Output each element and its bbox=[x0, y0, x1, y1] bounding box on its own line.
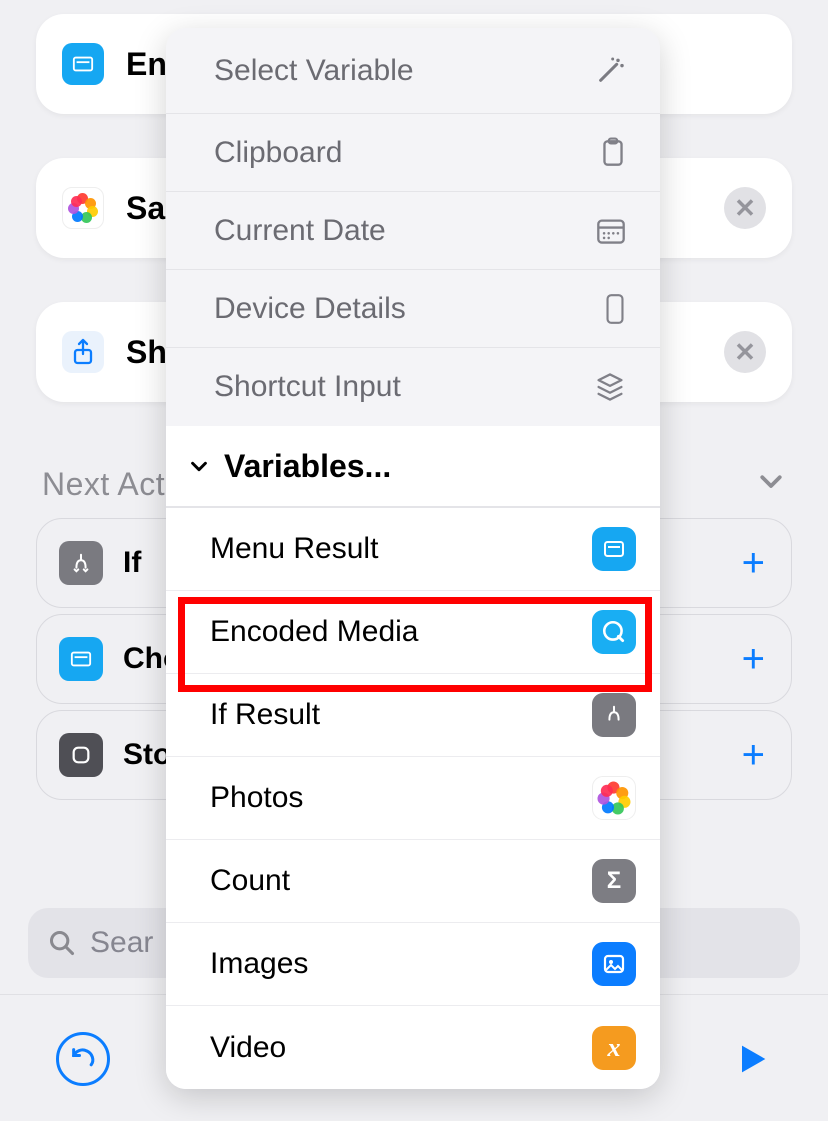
shortcut-input-row[interactable]: Shortcut Input bbox=[166, 348, 660, 426]
next-action-label: Next Act bbox=[42, 466, 165, 503]
variable-label: Encoded Media bbox=[210, 615, 418, 649]
undo-button[interactable] bbox=[56, 1032, 110, 1086]
variable-label: Menu Result bbox=[210, 532, 378, 566]
row-label: Clipboard bbox=[214, 136, 342, 170]
variable-label: Images bbox=[210, 947, 308, 981]
variable-video[interactable]: Video x bbox=[166, 1006, 660, 1089]
menu-result-icon bbox=[592, 527, 636, 571]
image-icon bbox=[592, 942, 636, 986]
variable-label: Photos bbox=[210, 781, 303, 815]
variable-label: If Result bbox=[210, 698, 320, 732]
photos-icon bbox=[62, 187, 104, 229]
variable-label: Count bbox=[210, 864, 290, 898]
suggestion-label: If bbox=[123, 546, 141, 580]
clipboard-row[interactable]: Clipboard bbox=[166, 114, 660, 192]
row-label: Device Details bbox=[214, 292, 406, 326]
current-date-row[interactable]: Current Date bbox=[166, 192, 660, 270]
row-label: Select Variable bbox=[214, 54, 414, 88]
variable-label: Video bbox=[210, 1031, 286, 1065]
variable-count[interactable]: Count Σ bbox=[166, 840, 660, 923]
magic-wand-icon bbox=[594, 55, 626, 87]
select-variable-row[interactable]: Select Variable bbox=[166, 28, 660, 114]
encode-icon bbox=[62, 43, 104, 85]
add-suggestion-button[interactable]: + bbox=[742, 541, 765, 586]
menu-icon bbox=[59, 637, 103, 681]
suggestion-label: Sto bbox=[123, 738, 171, 772]
calendar-icon bbox=[596, 217, 626, 245]
clipboard-icon bbox=[600, 137, 626, 169]
layers-icon bbox=[594, 372, 626, 402]
variable-images[interactable]: Images bbox=[166, 923, 660, 1006]
branch-icon bbox=[59, 541, 103, 585]
share-icon bbox=[62, 331, 104, 373]
branch-icon bbox=[592, 693, 636, 737]
run-button[interactable] bbox=[732, 1039, 772, 1079]
delete-action-button[interactable]: ✕ bbox=[724, 187, 766, 229]
variables-section-header[interactable]: Variables... bbox=[166, 426, 660, 508]
sigma-icon: Σ bbox=[592, 859, 636, 903]
action-card-title: Sa bbox=[126, 190, 165, 227]
x-variable-icon: x bbox=[592, 1026, 636, 1070]
device-details-row[interactable]: Device Details bbox=[166, 270, 660, 348]
variable-photos[interactable]: Photos bbox=[166, 757, 660, 840]
variable-encoded-media[interactable]: Encoded Media bbox=[166, 591, 660, 674]
delete-action-button[interactable]: ✕ bbox=[724, 331, 766, 373]
search-placeholder: Sear bbox=[90, 926, 153, 960]
variable-if-result[interactable]: If Result bbox=[166, 674, 660, 757]
chevron-down-icon[interactable] bbox=[756, 466, 786, 496]
variable-menu-result[interactable]: Menu Result bbox=[166, 508, 660, 591]
photos-flower-icon bbox=[592, 776, 636, 820]
search-icon bbox=[48, 929, 76, 957]
square-icon bbox=[59, 733, 103, 777]
quicktime-icon bbox=[592, 610, 636, 654]
row-label: Current Date bbox=[214, 214, 386, 248]
chevron-down-icon bbox=[188, 455, 210, 477]
add-suggestion-button[interactable]: + bbox=[742, 637, 765, 682]
section-header-label: Variables... bbox=[224, 448, 391, 485]
variable-picker-popup: Select Variable Clipboard Current Date D… bbox=[166, 28, 660, 1089]
row-label: Shortcut Input bbox=[214, 370, 401, 404]
device-icon bbox=[604, 293, 626, 325]
variables-section: Variables... Menu Result Encoded Media I… bbox=[166, 426, 660, 1089]
action-card-title: En bbox=[126, 46, 167, 83]
add-suggestion-button[interactable]: + bbox=[742, 733, 765, 778]
